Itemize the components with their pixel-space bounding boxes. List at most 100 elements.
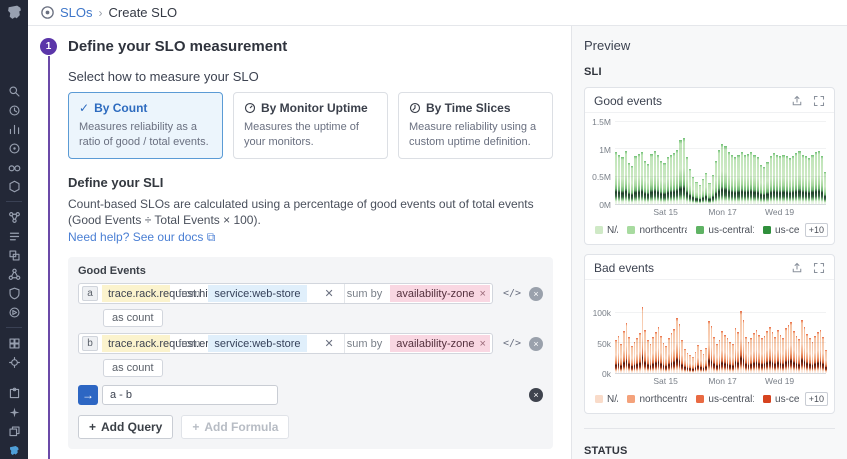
stacked-bar[interactable]	[788, 325, 790, 373]
stacked-bar[interactable]	[769, 327, 771, 373]
filter-pill[interactable]: service:web-store	[208, 335, 306, 352]
security-icon[interactable]	[5, 286, 23, 300]
remove-filter-icon[interactable]: ✕	[307, 337, 344, 350]
legend-more-badge[interactable]: +10	[805, 392, 828, 406]
filter-pill[interactable]: service:web-store	[208, 285, 306, 302]
monitors-icon[interactable]	[5, 355, 23, 369]
stacked-bar[interactable]	[618, 155, 620, 204]
stacked-bar[interactable]	[679, 324, 681, 373]
stacked-bar[interactable]	[772, 332, 774, 373]
synthetics-icon[interactable]	[5, 248, 23, 262]
stacked-bar[interactable]	[821, 156, 823, 204]
stacked-bar[interactable]	[650, 154, 652, 204]
stacked-bar[interactable]	[644, 161, 646, 204]
stacked-bar[interactable]	[663, 163, 665, 204]
remove-group-icon[interactable]: ×	[480, 338, 486, 350]
stacked-bar[interactable]	[747, 154, 749, 204]
stacked-bar[interactable]	[647, 340, 649, 373]
legend-item[interactable]: us-cent	[763, 394, 800, 405]
watchdog-icon[interactable]	[5, 160, 23, 174]
stacked-bar[interactable]	[798, 151, 800, 204]
stacked-bar[interactable]	[684, 349, 686, 373]
breadcrumb-slos-link[interactable]: SLOs	[60, 5, 93, 20]
stacked-bar[interactable]	[824, 172, 826, 204]
stacked-bar[interactable]	[748, 342, 750, 373]
integrations-icon[interactable]	[5, 386, 23, 400]
group-by-pill[interactable]: availability-zone×	[390, 335, 490, 352]
stacked-bar[interactable]	[761, 338, 763, 373]
stacked-bar[interactable]	[699, 185, 701, 204]
stacked-bar[interactable]	[798, 339, 800, 373]
stacked-bar[interactable]	[681, 340, 683, 373]
datadog-logo[interactable]	[6, 4, 23, 24]
metrics-icon[interactable]	[5, 122, 23, 136]
stacked-bar[interactable]	[623, 331, 625, 373]
stacked-bar[interactable]	[741, 152, 743, 204]
card-by-time-slices[interactable]: By Time Slices Measure reliability using…	[398, 92, 553, 159]
stacked-bar[interactable]	[731, 155, 733, 204]
export-icon[interactable]	[791, 95, 803, 107]
stacked-bar[interactable]	[658, 327, 660, 373]
stacked-bar[interactable]	[809, 338, 811, 373]
stacked-bar[interactable]	[718, 150, 720, 204]
stacked-bar[interactable]	[815, 152, 817, 204]
stacked-bar[interactable]	[817, 332, 819, 373]
stacked-bar[interactable]	[790, 322, 792, 373]
stacked-bar[interactable]	[806, 334, 808, 373]
stacked-bar[interactable]	[655, 332, 657, 373]
group-by-pill[interactable]: availability-zone×	[390, 285, 490, 302]
stacked-bar[interactable]	[686, 157, 688, 204]
stacked-bar[interactable]	[786, 156, 788, 204]
stacked-bar[interactable]	[647, 164, 649, 204]
expand-icon[interactable]	[813, 262, 825, 274]
stacked-bar[interactable]	[795, 153, 797, 204]
stacked-bar[interactable]	[763, 167, 765, 204]
legend-item[interactable]: us-central1-a	[696, 394, 754, 405]
remove-group-icon[interactable]: ×	[480, 288, 486, 300]
stacked-bar[interactable]	[735, 328, 737, 373]
stacked-bar[interactable]	[667, 157, 669, 204]
ci-icon[interactable]	[5, 305, 23, 319]
legend-item[interactable]: us-central1-a	[696, 225, 754, 236]
stacked-bar[interactable]	[689, 355, 691, 373]
stacked-bar[interactable]	[705, 348, 707, 373]
stacked-bar[interactable]	[811, 155, 813, 204]
stacked-bar[interactable]	[721, 144, 723, 204]
stacked-bar[interactable]	[727, 338, 729, 373]
card-by-monitor-uptime[interactable]: By Monitor Uptime Measures the uptime of…	[233, 92, 388, 159]
stacked-bar[interactable]	[757, 157, 759, 204]
search-icon[interactable]	[5, 84, 23, 98]
stacked-bar[interactable]	[642, 307, 644, 373]
remove-filter-icon[interactable]: ✕	[307, 287, 344, 300]
stacked-bar[interactable]	[631, 346, 633, 373]
stacked-bar[interactable]	[760, 165, 762, 204]
add-formula-button[interactable]: +Add Formula	[181, 415, 289, 439]
stacked-bar[interactable]	[634, 342, 636, 373]
legend-item[interactable]: northcentral...	[627, 394, 687, 405]
stacked-bar[interactable]	[628, 163, 630, 204]
stacked-bar[interactable]	[663, 343, 665, 373]
legend-more-badge[interactable]: +10	[805, 223, 828, 237]
stacked-bar[interactable]	[708, 183, 710, 204]
as-count-chip[interactable]: as count	[103, 359, 163, 377]
stacked-bar[interactable]	[818, 151, 820, 204]
sparkle-ai-icon[interactable]	[5, 405, 23, 419]
stacked-bar[interactable]	[631, 166, 633, 204]
stacked-bar[interactable]	[724, 335, 726, 373]
formula-input[interactable]: a - b	[102, 385, 278, 405]
stacked-bar[interactable]	[650, 344, 652, 373]
metric-input[interactable]: trace.rack.request.errors	[102, 335, 170, 352]
stacked-bar[interactable]	[737, 332, 739, 373]
legend-item[interactable]: N/A	[595, 225, 618, 236]
stacked-bar[interactable]	[654, 151, 656, 204]
stacked-bar[interactable]	[802, 155, 804, 204]
query-letter-chip[interactable]: a	[82, 286, 98, 301]
stacked-bar[interactable]	[825, 350, 827, 373]
stacked-bar[interactable]	[782, 338, 784, 373]
query-letter-chip[interactable]: b	[82, 336, 98, 351]
stacked-bar[interactable]	[692, 177, 694, 204]
stacked-bar[interactable]	[615, 152, 617, 204]
stacked-bar[interactable]	[758, 335, 760, 373]
stacked-bar[interactable]	[805, 156, 807, 204]
stacked-bar[interactable]	[670, 155, 672, 204]
